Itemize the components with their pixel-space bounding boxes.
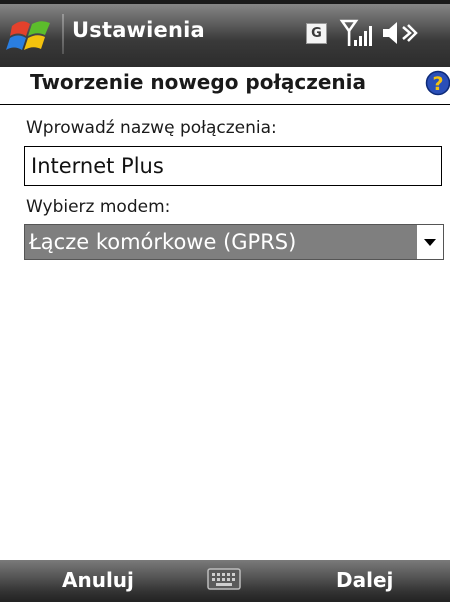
modem-select[interactable]: Łącze komórkowe (GPRS) bbox=[24, 224, 444, 260]
connection-name-input[interactable]: Internet Plus bbox=[24, 146, 442, 186]
cancel-button[interactable]: Anuluj bbox=[62, 568, 134, 592]
windows-start-icon[interactable] bbox=[4, 12, 58, 58]
title-bar: Ustawienia G bbox=[0, 0, 450, 67]
keyboard-icon[interactable] bbox=[206, 566, 242, 592]
heading-divider bbox=[0, 104, 450, 105]
title-separator bbox=[62, 14, 64, 54]
softkey-bar: Anuluj Dalej bbox=[0, 560, 450, 602]
signal-strength-icon[interactable] bbox=[339, 18, 373, 48]
connection-name-label: Wprowadź nazwę połączenia: bbox=[26, 118, 277, 138]
next-button[interactable]: Dalej bbox=[336, 568, 393, 592]
top-edge bbox=[0, 0, 450, 4]
svg-text:?: ? bbox=[432, 73, 443, 95]
volume-icon[interactable] bbox=[380, 18, 420, 48]
network-g-icon[interactable]: G bbox=[306, 23, 327, 44]
chevron-down-icon[interactable] bbox=[417, 225, 443, 259]
window-title: Ustawienia bbox=[72, 18, 205, 42]
modem-label: Wybierz modem: bbox=[26, 197, 171, 217]
modem-selected-value[interactable]: Łącze komórkowe (GPRS) bbox=[25, 225, 417, 259]
help-icon[interactable]: ? bbox=[424, 68, 450, 98]
page-heading: Tworzenie nowego połączenia bbox=[30, 70, 367, 94]
